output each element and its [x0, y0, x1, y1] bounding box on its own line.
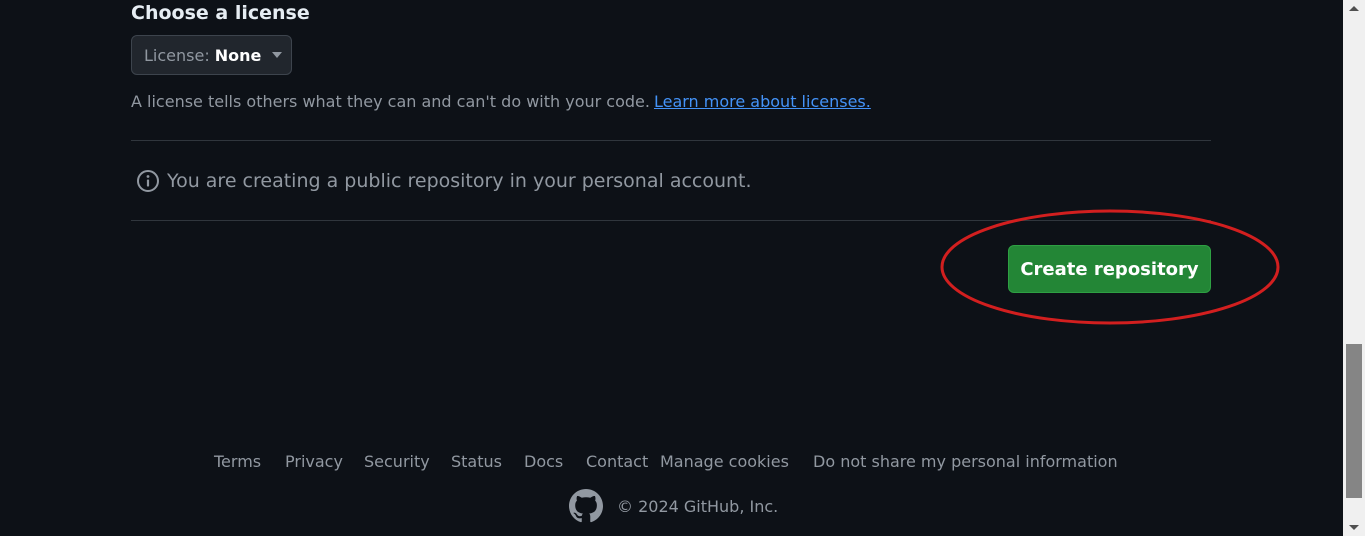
- copyright-text: © 2024 GitHub, Inc.: [617, 496, 779, 516]
- divider: [131, 220, 1211, 221]
- public-repo-notice: You are creating a public repository in …: [136, 169, 752, 193]
- scrollbar-thumb[interactable]: [1346, 344, 1362, 498]
- footer-link-status[interactable]: Status: [451, 452, 502, 471]
- footer-link-contact[interactable]: Contact: [586, 452, 648, 471]
- scroll-down-icon[interactable]: [1349, 525, 1359, 530]
- footer-copyright: © 2024 GitHub, Inc.: [569, 489, 778, 523]
- vertical-scrollbar[interactable]: [1343, 0, 1365, 536]
- license-help-text: A license tells others what they can and…: [131, 92, 871, 111]
- footer-link-manage-cookies[interactable]: Manage cookies: [660, 452, 789, 471]
- footer-link-security[interactable]: Security: [364, 452, 430, 471]
- license-select[interactable]: License: None: [131, 35, 292, 75]
- page: Choose a license License: None A license…: [0, 0, 1365, 536]
- license-heading: Choose a license: [131, 2, 310, 24]
- license-help-description: A license tells others what they can and…: [131, 92, 650, 111]
- scroll-up-icon[interactable]: [1349, 6, 1359, 11]
- caret-down-icon: [272, 52, 283, 58]
- learn-more-licenses-link[interactable]: Learn more about licenses.: [654, 92, 871, 111]
- notice-text: You are creating a public repository in …: [167, 170, 752, 192]
- footer-link-do-not-share[interactable]: Do not share my personal information: [813, 452, 1118, 471]
- divider: [131, 140, 1211, 141]
- github-logo-icon[interactable]: [569, 489, 603, 523]
- footer-link-docs[interactable]: Docs: [524, 452, 563, 471]
- footer-link-terms[interactable]: Terms: [214, 452, 261, 471]
- info-icon: [137, 170, 159, 192]
- license-select-label: License:: [144, 45, 210, 65]
- footer-link-privacy[interactable]: Privacy: [285, 452, 343, 471]
- create-repository-button[interactable]: Create repository: [1008, 245, 1211, 293]
- license-select-value: None: [214, 45, 262, 65]
